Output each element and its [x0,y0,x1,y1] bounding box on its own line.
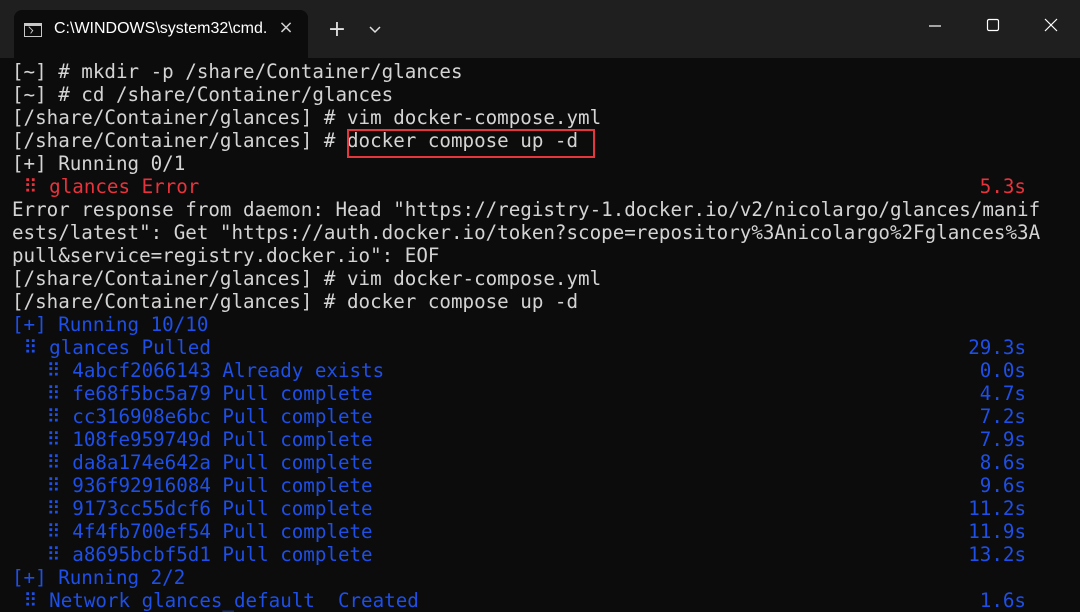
terminal-tab[interactable]: C:\WINDOWS\system32\cmd. × [14,10,308,58]
close-window-button[interactable] [1022,0,1080,50]
terminal-line-progress: ⠿ fe68f5bc5a79 Pull complete [12,382,373,405]
duration-layer: 7.2s [979,405,1026,428]
new-tab-button[interactable]: + [322,16,352,44]
tab-dropdown-button[interactable] [362,16,388,44]
terminal-line-progress: ⠿ Network glances_default Created [12,589,419,612]
duration-layer: 0.0s [979,359,1026,382]
duration-network: 1.6s [979,589,1026,612]
duration-glances-pulled: 29.3s [968,336,1026,359]
terminal-line: [~] # mkdir -p /share/Container/glances [12,60,463,83]
terminal-line: [~] # cd /share/Container/glances [12,83,394,106]
terminal-line: ests/latest": Get "https://auth.docker.i… [12,221,1041,244]
minimize-button[interactable] [906,0,964,50]
chevron-down-icon [369,26,381,34]
command-prompt-icon [24,23,42,37]
terminal-line-progress: ⠿ 108fe959749d Pull complete [12,428,373,451]
terminal-line: [/share/Container/glances] # docker comp… [12,290,579,313]
close-icon [1044,18,1058,32]
command-highlight-box [347,129,595,158]
duration-layer: 11.2s [968,497,1026,520]
duration-layer: 8.6s [979,451,1026,474]
maximize-button[interactable] [964,0,1022,50]
tab-close-button[interactable]: × [276,16,296,40]
terminal-line-progress: [+] Running 2/2 [12,566,186,589]
terminal-line-progress: ⠿ 4abcf2066143 Already exists [12,359,385,382]
terminal-line-progress: ⠿ 936f92916084 Pull complete [12,474,373,497]
terminal-line: [/share/Container/glances] # vim docker-… [12,267,602,290]
terminal-line-error: ⠿ glances Error [12,175,200,198]
minimize-icon [929,25,941,27]
terminal-line-progress: ⠿ da8a174e642a Pull complete [12,451,373,474]
terminal-line: [/share/Container/glances] # vim docker-… [12,106,602,129]
duration-glances-error: 5.3s [979,175,1026,198]
duration-layer: 9.6s [979,474,1026,497]
terminal-line: Error response from daemon: Head "https:… [12,198,1041,221]
terminal-line-progress: ⠿ glances Pulled [12,336,211,359]
duration-layer: 4.7s [979,382,1026,405]
duration-layer: 11.9s [968,520,1026,543]
terminal-line-progress: ⠿ cc316908e6bc Pull complete [12,405,373,428]
duration-layer: 7.9s [979,428,1026,451]
terminal-line-progress: [+] Running 10/10 [12,313,209,336]
terminal-line-progress: ⠿ a8695bcbf5d1 Pull complete [12,543,373,566]
terminal-line-progress: ⠿ 9173cc55dcf6 Pull complete [12,497,373,520]
terminal-line-progress: ⠿ 4f4fb700ef54 Pull complete [12,520,373,543]
terminal-output[interactable]: [~] # mkdir -p /share/Container/glances … [12,60,1072,612]
title-bar: C:\WINDOWS\system32\cmd. × + [0,0,1080,58]
maximize-icon [986,18,1000,32]
terminal-line: [+] Running 0/1 [12,152,186,175]
duration-layer: 13.2s [968,543,1026,566]
tab-title: C:\WINDOWS\system32\cmd. [54,20,268,37]
terminal-line: pull&service=registry.docker.io": EOF [12,244,440,267]
